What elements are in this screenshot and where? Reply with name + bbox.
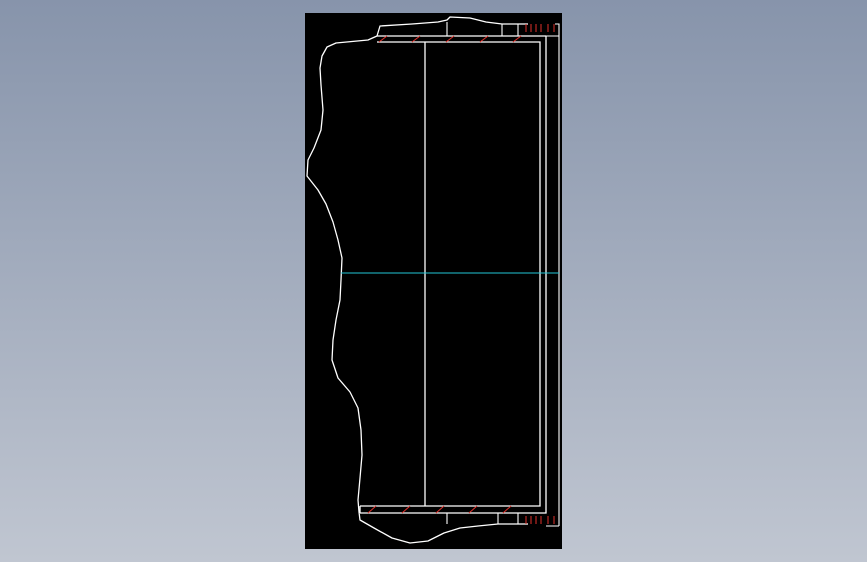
drawing-canvas[interactable] (305, 13, 562, 549)
section-drawing (305, 13, 562, 549)
cad-viewport[interactable] (0, 0, 867, 562)
